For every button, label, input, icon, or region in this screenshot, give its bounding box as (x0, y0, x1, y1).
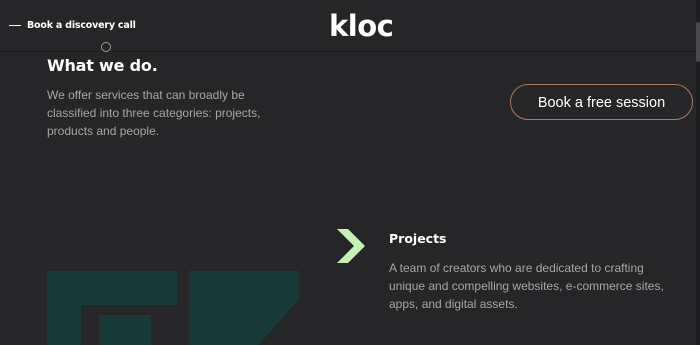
book-discovery-call-label: Book a discovery call (27, 20, 136, 31)
book-free-session-button[interactable]: Book a free session (510, 84, 693, 120)
chevron-right-icon (337, 229, 365, 263)
projects-description: A team of creators who are dedicated to … (389, 261, 664, 311)
what-we-do-description: We offer services that can broadly be cl… (47, 88, 261, 138)
book-discovery-call-link[interactable]: Book a discovery call (9, 20, 136, 31)
what-we-do-title: What we do. (47, 56, 158, 75)
cursor-ring-icon (101, 42, 111, 52)
kloc-logo[interactable]: kloc (329, 9, 394, 43)
decorative-shape-icon (47, 271, 299, 345)
page: Book a discovery call kloc What we do. W… (0, 0, 700, 345)
projects-title: Projects (389, 231, 447, 246)
kloc-logo-icon: kloc (329, 9, 394, 43)
scrollbar[interactable] (696, 0, 700, 345)
dash-icon (9, 25, 21, 26)
scrollbar-thumb[interactable] (696, 22, 700, 62)
